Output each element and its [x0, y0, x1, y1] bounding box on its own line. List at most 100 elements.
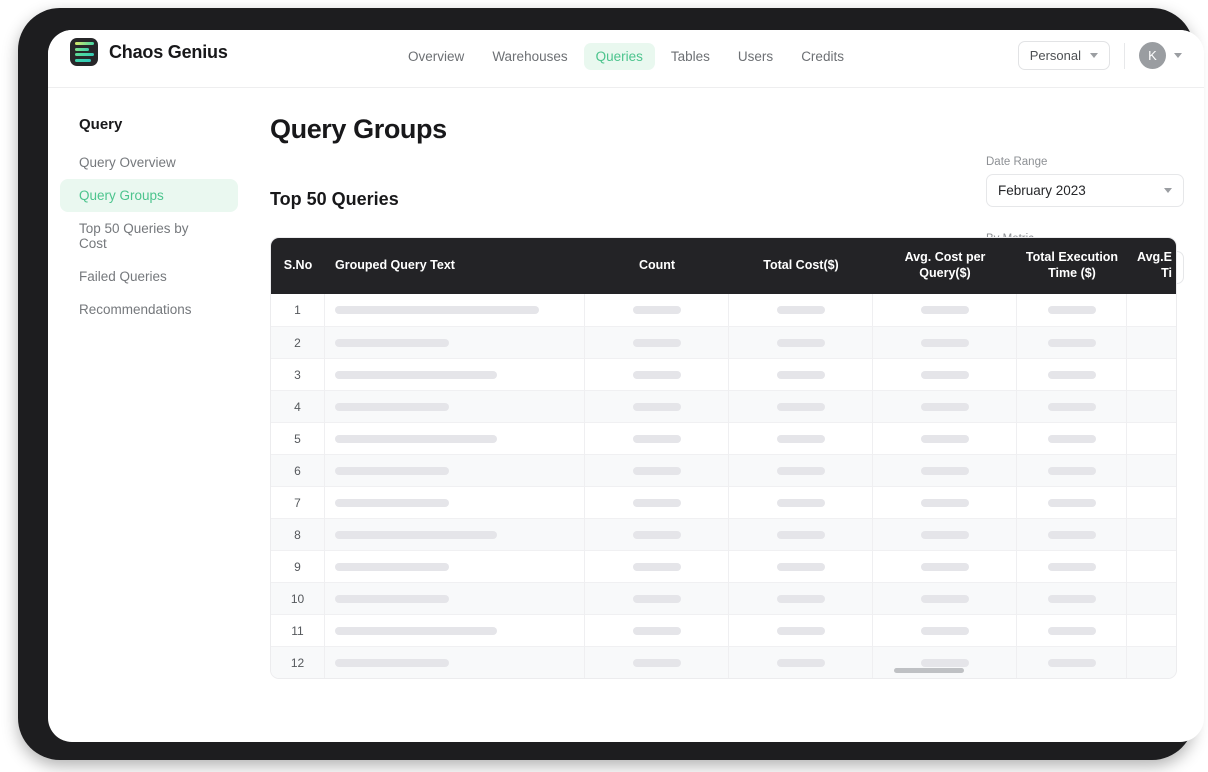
column-header-total-execution-time[interactable]: Total Execution Time ($) [1017, 250, 1127, 281]
cell-metric [1017, 359, 1127, 391]
skeleton-placeholder [921, 531, 969, 539]
cell-metric [585, 487, 729, 519]
skeleton-placeholder [777, 563, 825, 571]
skeleton-placeholder [777, 627, 825, 635]
nav-item-overview[interactable]: Overview [396, 43, 476, 70]
skeleton-placeholder [633, 339, 681, 347]
cell-metric-truncated [1127, 583, 1177, 615]
table-row[interactable]: 12 [271, 646, 1176, 678]
table-row[interactable]: 2 [271, 326, 1176, 358]
skeleton-placeholder [335, 563, 449, 571]
sidebar-item-query-overview[interactable]: Query Overview [60, 146, 238, 179]
cell-metric [1017, 647, 1127, 679]
cell-grouped-query-text [325, 487, 585, 519]
skeleton-placeholder [921, 435, 969, 443]
cell-metric-truncated [1127, 294, 1177, 326]
sidebar: Query Query Overview Query Groups Top 50… [48, 88, 248, 741]
cell-metric [873, 359, 1017, 391]
cell-sno: 8 [271, 519, 325, 551]
cell-metric [873, 455, 1017, 487]
cell-metric [1017, 583, 1127, 615]
table-row[interactable]: 1 [271, 294, 1176, 326]
org-switcher-label: Personal [1030, 48, 1081, 63]
cell-metric-truncated [1127, 423, 1177, 455]
skeleton-placeholder [1048, 563, 1096, 571]
nav-item-queries[interactable]: Queries [584, 43, 655, 70]
table-row[interactable]: 11 [271, 614, 1176, 646]
skeleton-placeholder [1048, 595, 1096, 603]
table-header-row: S.No Grouped Query Text Count Total Cost… [271, 238, 1176, 294]
skeleton-placeholder [335, 467, 449, 475]
skeleton-placeholder [335, 403, 449, 411]
table-row[interactable]: 5 [271, 422, 1176, 454]
sidebar-item-failed-queries[interactable]: Failed Queries [60, 260, 238, 293]
cell-grouped-query-text [325, 615, 585, 647]
header-right: Personal K [1018, 41, 1182, 70]
skeleton-placeholder [633, 467, 681, 475]
sidebar-item-recommendations[interactable]: Recommendations [60, 293, 238, 326]
column-header-avg-execution-time[interactable]: Avg.E Ti [1127, 250, 1177, 281]
device-frame: Chaos Genius Overview Warehouses Queries… [18, 8, 1194, 760]
horizontal-scrollbar[interactable] [894, 668, 964, 673]
sidebar-item-top-50-queries-by-cost[interactable]: Top 50 Queries by Cost [60, 212, 238, 260]
table-row[interactable]: 9 [271, 550, 1176, 582]
cell-metric [729, 647, 873, 679]
cell-metric [585, 359, 729, 391]
sidebar-item-query-groups[interactable]: Query Groups [60, 179, 238, 212]
cell-sno: 9 [271, 551, 325, 583]
cell-grouped-query-text [325, 455, 585, 487]
skeleton-placeholder [633, 563, 681, 571]
skeleton-placeholder [921, 339, 969, 347]
table-row[interactable]: 6 [271, 454, 1176, 486]
cell-metric [729, 455, 873, 487]
column-header-count[interactable]: Count [585, 258, 729, 274]
cell-metric [873, 294, 1017, 326]
nav-item-tables[interactable]: Tables [659, 43, 722, 70]
chevron-down-icon [1164, 188, 1172, 193]
cell-metric [1017, 327, 1127, 359]
table-row[interactable]: 4 [271, 390, 1176, 422]
skeleton-placeholder [1048, 467, 1096, 475]
nav-item-users[interactable]: Users [726, 43, 785, 70]
query-groups-table: S.No Grouped Query Text Count Total Cost… [270, 237, 1177, 679]
cell-metric [1017, 487, 1127, 519]
cell-grouped-query-text [325, 647, 585, 679]
column-header-avg-cost-per-query[interactable]: Avg. Cost per Query($) [873, 250, 1017, 281]
cell-grouped-query-text [325, 294, 585, 326]
cell-metric [1017, 455, 1127, 487]
app-header: Chaos Genius Overview Warehouses Queries… [48, 30, 1204, 88]
org-switcher-dropdown[interactable]: Personal [1018, 41, 1110, 70]
table-row[interactable]: 8 [271, 518, 1176, 550]
cell-metric-truncated [1127, 391, 1177, 423]
skeleton-placeholder [633, 531, 681, 539]
table-row[interactable]: 7 [271, 486, 1176, 518]
cell-grouped-query-text [325, 391, 585, 423]
cell-metric [585, 583, 729, 615]
chevron-down-icon [1174, 53, 1182, 58]
cell-metric-truncated [1127, 487, 1177, 519]
cell-metric [873, 583, 1017, 615]
skeleton-placeholder [921, 563, 969, 571]
cell-metric [873, 487, 1017, 519]
date-range-select[interactable]: February 2023 [986, 174, 1184, 207]
cell-metric [585, 423, 729, 455]
skeleton-placeholder [1048, 659, 1096, 667]
table-row[interactable]: 10 [271, 582, 1176, 614]
cell-metric [1017, 423, 1127, 455]
user-menu[interactable]: K [1139, 42, 1182, 69]
skeleton-placeholder [633, 659, 681, 667]
column-header-grouped-query-text[interactable]: Grouped Query Text [325, 258, 585, 274]
nav-item-warehouses[interactable]: Warehouses [480, 43, 579, 70]
column-header-sno[interactable]: S.No [271, 258, 325, 274]
nav-item-credits[interactable]: Credits [789, 43, 856, 70]
column-header-total-cost[interactable]: Total Cost($) [729, 258, 873, 274]
cell-metric [729, 487, 873, 519]
skeleton-placeholder [1048, 306, 1096, 314]
cell-metric-truncated [1127, 647, 1177, 679]
table-row[interactable]: 3 [271, 358, 1176, 390]
device-screen: Chaos Genius Overview Warehouses Queries… [48, 30, 1204, 742]
date-range-filter: Date Range February 2023 [986, 156, 1184, 207]
cell-metric [585, 455, 729, 487]
cell-metric [873, 391, 1017, 423]
cell-sno: 4 [271, 391, 325, 423]
